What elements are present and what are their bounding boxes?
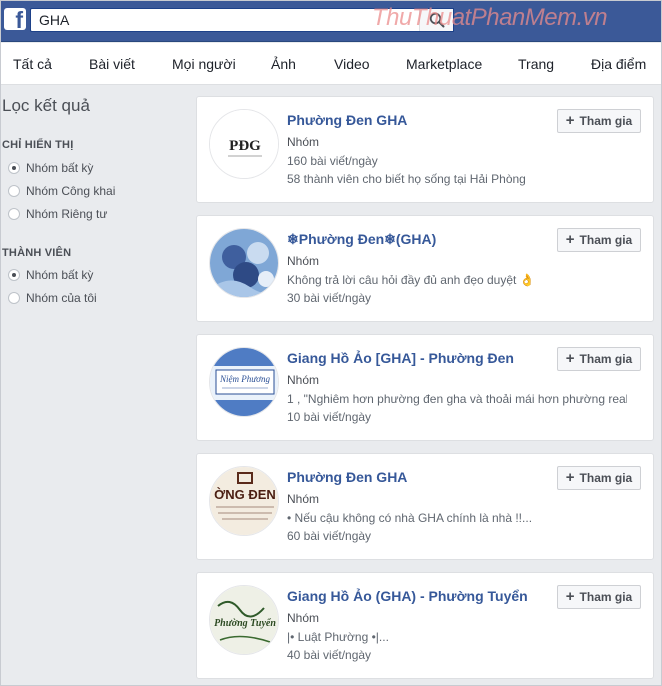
radio-label: Nhóm bất kỳ bbox=[26, 268, 94, 282]
filter-member-mine[interactable]: Nhóm của tôi bbox=[8, 290, 97, 306]
tab-posts[interactable]: Bài viết bbox=[89, 56, 135, 72]
radio-label: Nhóm của tôi bbox=[26, 291, 97, 305]
group-avatar[interactable]: Phường Tuyển bbox=[209, 585, 279, 655]
group-avatar[interactable]: ỜNG ĐEN bbox=[209, 466, 279, 536]
radio-button[interactable] bbox=[8, 269, 20, 281]
search-icon bbox=[429, 12, 444, 28]
group-result-card: Niệm Phương Giang Hồ Ảo [GHA] - Phường Đ… bbox=[196, 334, 654, 441]
tab-all[interactable]: Tất cả bbox=[13, 56, 52, 72]
radio-button[interactable] bbox=[8, 208, 20, 220]
join-label: Tham gia bbox=[579, 233, 633, 247]
group-name-link[interactable]: ❄Phường Đen❄(GHA) bbox=[287, 231, 436, 248]
group-result-card: ỜNG ĐEN Phường Đen GHA Nhóm • Nếu cậu kh… bbox=[196, 453, 654, 560]
tab-places[interactable]: Địa điểm bbox=[591, 56, 646, 72]
search-box bbox=[30, 8, 454, 32]
group-type: Nhóm bbox=[287, 373, 320, 387]
plus-icon: + bbox=[565, 350, 575, 367]
join-group-button[interactable]: + Tham gia bbox=[557, 228, 641, 252]
group-stat: 30 bài viết/ngày bbox=[287, 291, 372, 305]
search-input[interactable] bbox=[31, 9, 421, 31]
filter-member-heading: THÀNH VIÊN bbox=[2, 247, 72, 259]
avatar-text: ỜNG ĐEN bbox=[214, 487, 276, 502]
search-button[interactable] bbox=[419, 9, 453, 31]
group-result-card: PĐG Phường Đen GHA Nhóm 160 bài viết/ngà… bbox=[196, 96, 654, 203]
group-stat: 10 bài viết/ngày bbox=[287, 410, 372, 424]
group-stat: 160 bài viết/ngày bbox=[287, 154, 378, 168]
group-stat: 40 bài viết/ngày bbox=[287, 648, 372, 662]
filter-member-any[interactable]: Nhóm bất kỳ bbox=[8, 267, 93, 283]
tab-photos[interactable]: Ảnh bbox=[271, 56, 296, 72]
tab-pages[interactable]: Trang bbox=[518, 56, 554, 72]
join-label: Tham gia bbox=[579, 590, 633, 604]
filter-private-group[interactable]: Nhóm Riêng tư bbox=[8, 206, 107, 222]
filter-public-group[interactable]: Nhóm Công khai bbox=[8, 183, 115, 199]
group-type: Nhóm bbox=[287, 492, 320, 506]
tab-video[interactable]: Video bbox=[334, 56, 370, 72]
plus-icon: + bbox=[565, 231, 575, 248]
group-result-card: ❄Phường Đen❄(GHA) Nhóm Không trả lời câu… bbox=[196, 215, 654, 322]
filter-any-group[interactable]: Nhóm bất kỳ bbox=[8, 160, 93, 176]
join-group-button[interactable]: + Tham gia bbox=[557, 347, 641, 371]
tab-people[interactable]: Mọi người bbox=[172, 56, 236, 72]
group-avatar[interactable]: PĐG bbox=[209, 109, 279, 179]
group-result-card: Phường Tuyển Giang Hồ Ảo (GHA) - Phường … bbox=[196, 572, 654, 679]
plus-icon: + bbox=[565, 588, 575, 605]
filter-show-heading: CHỈ HIỂN THỊ bbox=[2, 139, 74, 151]
group-name-link[interactable]: Giang Hồ Ảo [GHA] - Phường Đen bbox=[287, 350, 514, 366]
tab-marketplace[interactable]: Marketplace bbox=[406, 56, 482, 72]
group-info: 58 thành viên cho biết họ sống tại Hải P… bbox=[287, 172, 526, 186]
radio-label: Nhóm Riêng tư bbox=[26, 207, 108, 221]
radio-label: Nhóm bất kỳ bbox=[26, 161, 94, 175]
plus-icon: + bbox=[565, 112, 575, 129]
group-name-link[interactable]: Phường Đen GHA bbox=[287, 469, 407, 485]
join-group-button[interactable]: + Tham gia bbox=[557, 109, 641, 133]
join-label: Tham gia bbox=[579, 471, 633, 485]
radio-button[interactable] bbox=[8, 162, 20, 174]
group-name-link[interactable]: Giang Hồ Ảo (GHA) - Phường Tuyển bbox=[287, 588, 528, 604]
join-label: Tham gia bbox=[579, 352, 633, 366]
facebook-logo-icon[interactable]: f bbox=[4, 8, 26, 30]
group-avatar[interactable] bbox=[209, 228, 279, 298]
group-stat: 60 bài viết/ngày bbox=[287, 529, 372, 543]
group-avatar[interactable]: Niệm Phương bbox=[209, 347, 279, 417]
avatar-text: Niệm Phương bbox=[219, 374, 270, 384]
group-info: |• Luật Phường •|... bbox=[287, 630, 389, 644]
top-bar: f ThuThuatPhanMem.vn bbox=[0, 0, 662, 42]
group-info: 1 , "Nghiêm hơn phường đen gha và thoải … bbox=[287, 392, 627, 406]
group-type: Nhóm bbox=[287, 611, 320, 625]
group-info: Không trả lời câu hỏi đầy đủ anh đẹo duy… bbox=[287, 273, 535, 287]
join-group-button[interactable]: + Tham gia bbox=[557, 466, 641, 490]
group-type: Nhóm bbox=[287, 135, 320, 149]
search-tabs: Tất cả Bài viết Mọi người Ảnh Video Mark… bbox=[0, 43, 662, 85]
plus-icon: + bbox=[565, 469, 575, 486]
radio-label: Nhóm Công khai bbox=[26, 184, 116, 198]
group-info: • Nếu cậu không có nhà GHA chính là nhà … bbox=[287, 511, 533, 525]
group-name-link[interactable]: Phường Đen GHA bbox=[287, 112, 407, 128]
join-group-button[interactable]: + Tham gia bbox=[557, 585, 641, 609]
radio-button[interactable] bbox=[8, 292, 20, 304]
radio-button[interactable] bbox=[8, 185, 20, 197]
avatar-text: PĐG bbox=[229, 138, 261, 154]
avatar-text: Phường Tuyển bbox=[214, 618, 276, 629]
join-label: Tham gia bbox=[579, 114, 633, 128]
filter-title: Lọc kết quả bbox=[2, 96, 90, 115]
group-type: Nhóm bbox=[287, 254, 320, 268]
